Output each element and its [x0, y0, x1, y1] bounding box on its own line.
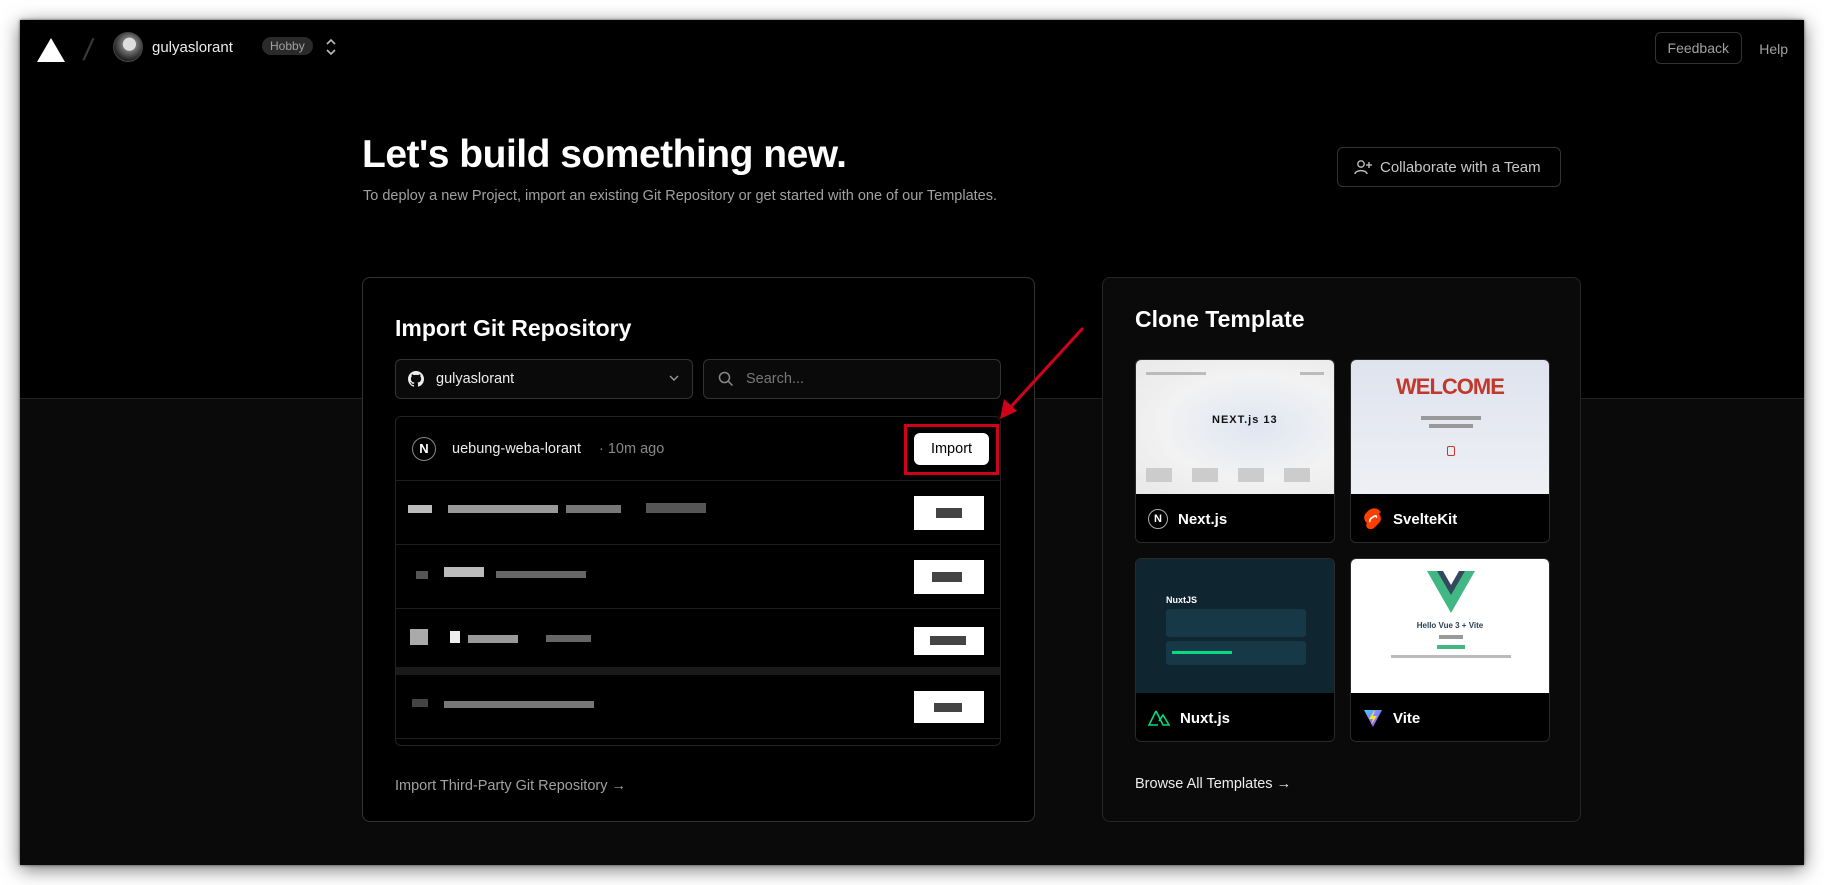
template-preview: NEXT.js 13 [1136, 360, 1334, 494]
import-panel-title: Import Git Repository [395, 315, 632, 341]
redacted-block [444, 567, 484, 577]
top-navbar: / gulyaslorant Hobby Feedback Help [20, 20, 1804, 76]
import-button-redacted [914, 691, 984, 723]
collaborate-team-label: Collaborate with a Team [1380, 158, 1541, 176]
template-footer: Nuxt.js [1136, 693, 1334, 741]
repo-updated-time: · 10m ago [599, 441, 665, 457]
nuxt-preview-brand: NuxtJS [1166, 595, 1198, 605]
preview-line [1429, 424, 1473, 428]
preview-line [1172, 651, 1232, 654]
plan-badge: Hobby [262, 37, 313, 55]
template-label: Nuxt.js [1180, 709, 1231, 727]
next-preview-text: NEXT.js 13 [1212, 414, 1278, 426]
template-label: Vite [1393, 709, 1421, 727]
git-scope-value: gulyaslorant [436, 371, 515, 387]
redacted-block [496, 571, 586, 578]
redacted-block [408, 505, 432, 513]
chevron-up-down-icon[interactable] [324, 37, 338, 57]
preview-cards [1146, 468, 1326, 482]
add-user-icon [1354, 160, 1372, 175]
preview-counter [1447, 446, 1455, 456]
preview-line [1146, 372, 1206, 375]
nextjs-icon: N [1148, 509, 1168, 529]
repo-search-box[interactable] [703, 359, 1001, 399]
chevron-down-icon [669, 375, 679, 381]
git-scope-select[interactable]: gulyaslorant [395, 359, 693, 399]
template-footer: Vite [1351, 693, 1549, 741]
preview-line [1391, 655, 1511, 658]
repo-row-redacted [396, 609, 1000, 673]
template-card-vite[interactable]: Hello Vue 3 + Vite Vite [1350, 558, 1550, 742]
list-divider [396, 667, 1000, 675]
redacted-block [646, 503, 706, 513]
vue-logo-icon [1427, 571, 1475, 613]
template-card-sveltekit[interactable]: WELCOME SvelteKit [1350, 359, 1550, 543]
svelte-icon [1364, 508, 1381, 530]
clone-template-panel: Clone Template NEXT.js 13 N Next.js WELC… [1102, 277, 1581, 822]
page-title: Let's build something new. [362, 133, 847, 176]
repo-row-redacted [396, 675, 1000, 739]
account-name[interactable]: gulyaslorant [152, 39, 233, 56]
page-subtitle: To deploy a new Project, import an exist… [363, 188, 998, 204]
import-git-panel: Import Git Repository gulyaslorant N ueb… [362, 277, 1035, 822]
nextjs-icon: N [412, 437, 436, 461]
feedback-button[interactable]: Feedback [1654, 32, 1742, 64]
breadcrumb-separator: / [81, 34, 96, 67]
template-preview: WELCOME [1351, 360, 1549, 494]
repo-list: N uebung-weba-lorant · 10m ago Import [395, 416, 1001, 746]
redacted-block [546, 635, 591, 642]
import-button-redacted [914, 560, 984, 594]
app-window: / gulyaslorant Hobby Feedback Help Let's… [20, 20, 1804, 865]
redacted-block [412, 699, 428, 707]
template-label: Next.js [1178, 510, 1228, 528]
redacted-block [448, 505, 558, 513]
redacted-block [450, 631, 460, 643]
svelte-preview-welcome: WELCOME [1396, 374, 1505, 399]
redacted-block [410, 629, 428, 645]
template-card-nuxtjs[interactable]: NuxtJS Nuxt.js [1135, 558, 1335, 742]
template-footer: SvelteKit [1351, 494, 1549, 542]
preview-panel [1166, 609, 1306, 637]
preview-line [1421, 416, 1481, 420]
redacted-block [416, 571, 428, 579]
browse-all-templates-link[interactable]: Browse All Templates → [1135, 776, 1291, 792]
repo-row-redacted [396, 545, 1000, 609]
template-preview: NuxtJS [1136, 559, 1334, 693]
search-icon [718, 371, 734, 387]
vite-preview-heading: Hello Vue 3 + Vite [1416, 621, 1484, 630]
repo-row-redacted [396, 481, 1000, 545]
preview-line [1300, 372, 1324, 375]
import-button-redacted [914, 496, 984, 530]
avatar[interactable] [113, 32, 143, 62]
vercel-logo-icon[interactable] [36, 37, 66, 63]
redacted-block [468, 635, 518, 643]
preview-line [1439, 635, 1463, 639]
redacted-block [444, 701, 594, 708]
import-third-party-link[interactable]: Import Third-Party Git Repository → [395, 778, 626, 794]
preview-line [1437, 645, 1465, 649]
template-footer: N Next.js [1136, 494, 1334, 542]
template-card-nextjs[interactable]: NEXT.js 13 N Next.js [1135, 359, 1335, 543]
repo-search-input[interactable] [746, 371, 976, 387]
collaborate-team-button[interactable]: Collaborate with a Team [1337, 147, 1561, 187]
repo-name[interactable]: uebung-weba-lorant [452, 441, 581, 457]
nuxt-icon [1148, 710, 1170, 726]
template-preview: Hello Vue 3 + Vite [1351, 559, 1549, 693]
import-button[interactable]: Import [914, 433, 989, 465]
clone-panel-title: Clone Template [1135, 306, 1305, 332]
import-button-redacted [914, 627, 984, 655]
redacted-block [566, 505, 621, 513]
repo-row[interactable]: N uebung-weba-lorant · 10m ago Import [396, 417, 1000, 481]
github-icon [408, 371, 424, 387]
template-label: SvelteKit [1393, 510, 1458, 528]
help-link[interactable]: Help [1759, 41, 1788, 57]
vite-icon [1364, 710, 1382, 727]
